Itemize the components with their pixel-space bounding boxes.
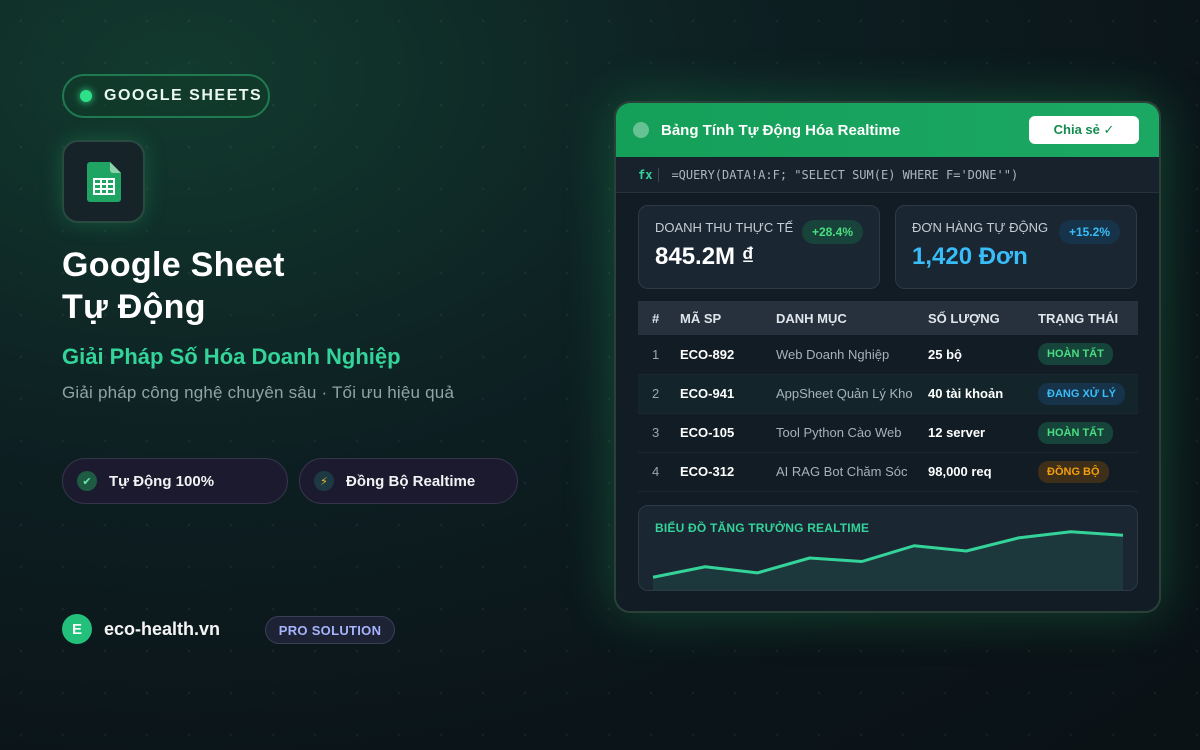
row-code: ECO-105 bbox=[680, 425, 735, 440]
row-qty: 25 bộ bbox=[928, 346, 962, 362]
products-table: # MÃ SP DANH MỤC SỐ LƯỢNG TRẠNG THÁI 1 E… bbox=[638, 301, 1138, 492]
change-badge: +28.4% bbox=[801, 220, 863, 244]
col-header-qty: SỐ LƯỢNG bbox=[928, 310, 1000, 326]
chart-area-fill bbox=[653, 531, 1123, 590]
row-category: AI RAG Bot Chăm Sóc bbox=[776, 464, 908, 479]
table-row[interactable]: 2 ECO-941 AppSheet Quản Lý Kho 40 tài kh… bbox=[638, 374, 1138, 413]
status-dot-icon bbox=[80, 90, 92, 102]
growth-chart-svg bbox=[652, 530, 1124, 590]
col-header-index: # bbox=[652, 310, 660, 326]
row-category: Web Doanh Nghiệp bbox=[776, 346, 890, 362]
row-category: AppSheet Quản Lý Kho bbox=[776, 386, 913, 401]
page-title: Google Sheet Tự Động bbox=[62, 244, 285, 328]
row-status-cell: HOÀN TẤT bbox=[1038, 335, 1138, 374]
status-badge: ĐANG XỬ LÝ bbox=[1038, 382, 1126, 405]
page-tagline: Giải pháp công nghệ chuyên sâu · Tối ưu … bbox=[62, 383, 455, 402]
col-header-code: MÃ SP bbox=[680, 310, 722, 326]
row-index: 2 bbox=[652, 386, 660, 401]
row-index: 3 bbox=[652, 425, 660, 440]
bolt-icon: ⚡ bbox=[314, 471, 334, 491]
row-qty: 40 tài khoản bbox=[928, 386, 1004, 401]
share-button[interactable]: Chia sẻ ✓ bbox=[1029, 116, 1139, 144]
growth-chart: BIỂU ĐỒ TĂNG TRƯỞNG REALTIME bbox=[638, 505, 1138, 591]
row-status-cell: HOÀN TẤT bbox=[1038, 413, 1138, 452]
panel-title: Bảng Tính Tự Động Hóa Realtime bbox=[661, 121, 901, 139]
spreadsheet-panel: Bảng Tính Tự Động Hóa Realtime Chia sẻ ✓… bbox=[614, 101, 1161, 613]
table-row[interactable]: 4 ECO-312 AI RAG Bot Chăm Sóc 98,000 req… bbox=[638, 452, 1138, 491]
row-status-cell: ĐỒNG BỘ bbox=[1038, 452, 1138, 491]
google-sheets-badge: GOOGLE SHEETS bbox=[62, 74, 270, 118]
table-row[interactable]: 3 ECO-105 Tool Python Cào Web 12 server … bbox=[638, 413, 1138, 452]
row-index: 4 bbox=[652, 464, 660, 479]
status-badge: ĐỒNG BỘ bbox=[1038, 460, 1109, 483]
fx-icon: fx bbox=[638, 167, 660, 182]
brand-domain: eco-health.vn bbox=[104, 618, 221, 639]
brand[interactable]: E eco-health.vn bbox=[62, 614, 220, 644]
change-badge: +15.2% bbox=[1058, 220, 1120, 244]
pro-solution-badge: PRO SOLUTION bbox=[265, 616, 395, 644]
revenue-card: DOANH THU THỰC TẾ 845.2M ₫ +28.4% bbox=[638, 205, 880, 289]
col-header-category: DANH MỤC bbox=[776, 310, 847, 326]
orders-card: ĐƠN HÀNG TỰ ĐỘNG 1,420 Đơn +15.2% bbox=[895, 205, 1137, 289]
row-status-cell: ĐANG XỬ LÝ bbox=[1038, 374, 1138, 413]
brand-logo-icon: E bbox=[62, 614, 92, 644]
status-badge: HOÀN TẤT bbox=[1038, 421, 1113, 444]
page-subtitle: Giải Pháp Số Hóa Doanh Nghiệp bbox=[62, 344, 401, 369]
badge-label: GOOGLE SHEETS bbox=[104, 87, 263, 104]
window-dot-icon bbox=[633, 122, 649, 138]
formula-bar[interactable]: fx =QUERY(DATA!A:F; "SELECT SUM(E) WHERE… bbox=[616, 157, 1159, 193]
check-icon: ✔ bbox=[77, 471, 97, 491]
feature-pill-automation: ✔ Tự Động 100% bbox=[62, 458, 288, 504]
table-row[interactable]: 1 ECO-892 Web Doanh Nghiệp 25 bộ HOÀN TẤ… bbox=[638, 335, 1138, 374]
row-code: ECO-941 bbox=[680, 386, 735, 401]
row-code: ECO-892 bbox=[680, 346, 735, 362]
status-badge: HOÀN TẤT bbox=[1038, 343, 1113, 366]
feature-label: Đồng Bộ Realtime bbox=[346, 472, 476, 490]
row-category: Tool Python Cào Web bbox=[776, 425, 902, 440]
sheets-logo bbox=[62, 140, 145, 223]
table-header-row: # MÃ SP DANH MỤC SỐ LƯỢNG TRẠNG THÁI bbox=[638, 301, 1138, 335]
card-value: 1,420 Đơn bbox=[912, 243, 1028, 270]
feature-label: Tự Động 100% bbox=[109, 472, 215, 490]
formula-text[interactable]: =QUERY(DATA!A:F; "SELECT SUM(E) WHERE F=… bbox=[671, 168, 1018, 182]
feature-pill-realtime: ⚡ Đồng Bộ Realtime bbox=[299, 458, 518, 504]
spreadsheet-icon bbox=[86, 161, 121, 202]
row-qty: 12 server bbox=[928, 425, 986, 440]
card-value: 845.2M ₫ bbox=[655, 243, 755, 270]
row-index: 1 bbox=[652, 346, 660, 362]
col-header-status: TRẠNG THÁI bbox=[1038, 310, 1119, 326]
panel-header: Bảng Tính Tự Động Hóa Realtime Chia sẻ ✓ bbox=[616, 103, 1159, 157]
title-line-2: Tự Động bbox=[62, 288, 206, 326]
row-code: ECO-312 bbox=[680, 464, 735, 479]
title-line-1: Google Sheet bbox=[62, 246, 285, 284]
row-qty: 98,000 req bbox=[928, 464, 992, 479]
